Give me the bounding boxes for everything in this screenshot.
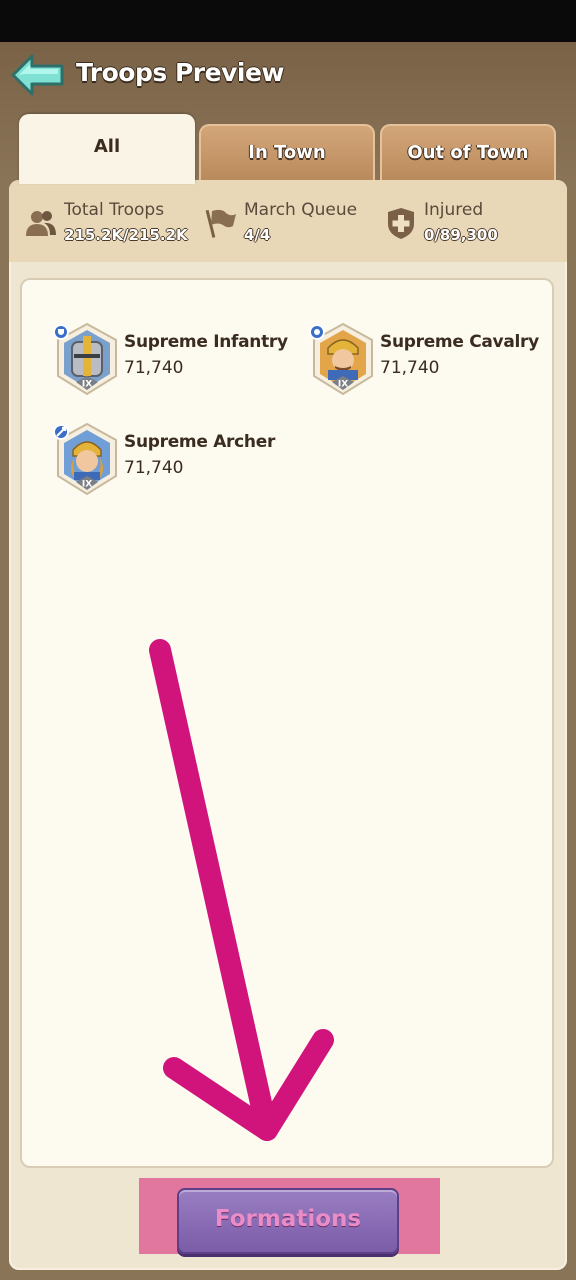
infantry-portrait: IX bbox=[52, 322, 122, 396]
total-troops-value: 215.2K/215.2K bbox=[64, 226, 188, 244]
archer-count: 71,740 bbox=[124, 458, 184, 478]
total-troops-label: Total Troops bbox=[64, 200, 165, 220]
archer-tier-badge: IX bbox=[82, 480, 92, 490]
injured-cross-icon bbox=[384, 206, 418, 240]
archer-portrait: IX bbox=[52, 422, 122, 496]
stat-total-troops: Total Troops 215.2K/215.2K bbox=[24, 198, 194, 250]
tab-out-of-town[interactable]: Out of Town bbox=[380, 124, 556, 180]
stat-injured: Injured 0/89,300 bbox=[384, 198, 554, 250]
cavalry-count: 71,740 bbox=[380, 358, 440, 378]
annotation-arrow bbox=[149, 639, 334, 1141]
cavalry-portrait: IX bbox=[308, 322, 378, 396]
infantry-name: Supreme Infantry bbox=[124, 332, 288, 352]
flag-icon bbox=[204, 206, 238, 240]
users-icon bbox=[24, 206, 58, 240]
page-title: Troops Preview bbox=[76, 58, 285, 87]
tab-all[interactable]: All bbox=[19, 114, 195, 184]
formations-button[interactable]: Formations bbox=[177, 1188, 399, 1254]
infantry-count: 71,740 bbox=[124, 358, 184, 378]
infantry-tier-badge: IX bbox=[82, 380, 92, 390]
stat-march-queue: March Queue 4/4 bbox=[204, 198, 374, 250]
status-bar bbox=[0, 0, 576, 42]
troop-card-infantry[interactable]: IX Supreme Infantry 71,740 bbox=[52, 322, 292, 402]
march-queue-value: 4/4 bbox=[244, 226, 271, 244]
cavalry-name: Supreme Cavalry bbox=[380, 332, 539, 352]
injured-value: 0/89,300 bbox=[424, 226, 498, 244]
cavalry-tier-badge: IX bbox=[338, 380, 348, 390]
injured-label: Injured bbox=[424, 200, 484, 220]
troop-card-cavalry[interactable]: IX Supreme Cavalry 71,740 bbox=[308, 322, 548, 402]
tab-in-town[interactable]: In Town bbox=[199, 124, 375, 180]
back-arrow-icon[interactable] bbox=[10, 52, 66, 98]
troop-card-archer[interactable]: IX Supreme Archer 71,740 bbox=[52, 422, 292, 502]
march-queue-label: March Queue bbox=[244, 200, 358, 220]
archer-name: Supreme Archer bbox=[124, 432, 276, 452]
